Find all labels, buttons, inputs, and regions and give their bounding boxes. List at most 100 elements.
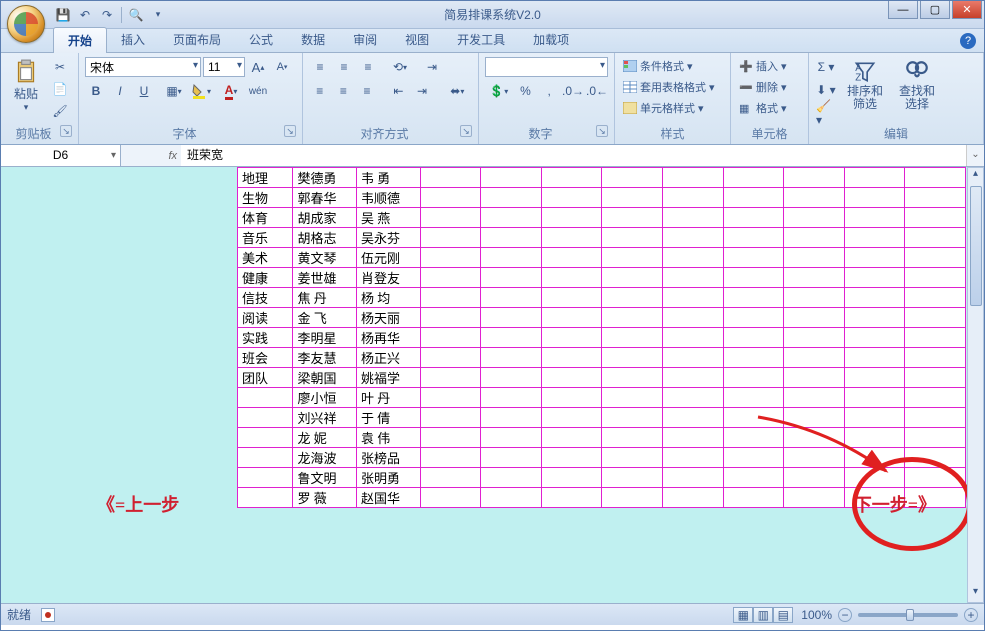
format-painter-icon[interactable]: 🖌 xyxy=(49,101,71,121)
cell[interactable] xyxy=(662,328,723,348)
cell[interactable] xyxy=(662,208,723,228)
cell[interactable] xyxy=(541,288,602,308)
view-layout-icon[interactable]: ▥ xyxy=(753,607,773,623)
cell[interactable] xyxy=(602,488,663,508)
cell[interactable] xyxy=(662,428,723,448)
cell[interactable] xyxy=(844,368,905,388)
cell[interactable]: 焦 丹 xyxy=(293,288,357,308)
cell[interactable] xyxy=(602,388,663,408)
comma-icon[interactable]: , xyxy=(538,81,560,101)
tab-home[interactable]: 开始 xyxy=(53,27,107,53)
cell[interactable] xyxy=(481,348,542,368)
merge-cells-icon[interactable]: ⬌▾ xyxy=(443,81,472,101)
cell[interactable] xyxy=(905,188,966,208)
next-step-link[interactable]: 下一步=》 xyxy=(854,491,936,517)
cell[interactable] xyxy=(662,488,723,508)
cell[interactable] xyxy=(238,388,293,408)
cell[interactable] xyxy=(420,248,481,268)
cell[interactable] xyxy=(784,268,845,288)
cell[interactable]: 胡成家 xyxy=(293,208,357,228)
cell[interactable] xyxy=(420,168,481,188)
border-icon[interactable]: ▦▾ xyxy=(163,81,185,101)
cell[interactable] xyxy=(844,348,905,368)
cell[interactable] xyxy=(481,228,542,248)
cell[interactable] xyxy=(420,388,481,408)
cell[interactable]: 李友慧 xyxy=(293,348,357,368)
cell[interactable] xyxy=(905,428,966,448)
prev-step-link[interactable]: 《=上一步 xyxy=(97,491,179,517)
cell[interactable] xyxy=(662,408,723,428)
close-button[interactable]: ✕ xyxy=(952,1,982,19)
maximize-button[interactable]: ▢ xyxy=(920,1,950,19)
cell[interactable] xyxy=(238,448,293,468)
grow-font-icon[interactable]: A▴ xyxy=(247,57,269,77)
cell[interactable] xyxy=(905,268,966,288)
cell[interactable] xyxy=(723,168,784,188)
cell[interactable] xyxy=(481,328,542,348)
cell[interactable]: 鲁文明 xyxy=(293,468,357,488)
cell[interactable] xyxy=(723,428,784,448)
cell[interactable]: 美术 xyxy=(238,248,293,268)
cell[interactable] xyxy=(541,308,602,328)
cell[interactable] xyxy=(420,268,481,288)
cell[interactable]: 廖小恒 xyxy=(293,388,357,408)
office-button[interactable] xyxy=(7,5,45,43)
tab-layout[interactable]: 页面布局 xyxy=(159,27,235,52)
zoom-level[interactable]: 100% xyxy=(801,608,832,622)
cell[interactable] xyxy=(784,348,845,368)
cell[interactable] xyxy=(420,308,481,328)
cell[interactable] xyxy=(420,428,481,448)
cell[interactable] xyxy=(905,348,966,368)
cell[interactable] xyxy=(420,228,481,248)
minimize-button[interactable]: — xyxy=(888,1,918,19)
cell[interactable]: 实践 xyxy=(238,328,293,348)
cell[interactable] xyxy=(844,288,905,308)
zoom-in-icon[interactable]: + xyxy=(964,608,978,622)
clipboard-dialog-icon[interactable]: ↘ xyxy=(60,125,72,137)
cell[interactable] xyxy=(420,328,481,348)
cell[interactable]: 张明勇 xyxy=(357,468,421,488)
italic-icon[interactable]: I xyxy=(109,81,131,101)
conditional-format-button[interactable]: 条件格式 ▾ xyxy=(621,57,724,75)
cell[interactable] xyxy=(420,188,481,208)
cell[interactable] xyxy=(481,488,542,508)
cell[interactable] xyxy=(481,388,542,408)
align-middle-icon[interactable]: ≡ xyxy=(333,57,355,77)
cell[interactable]: 龙 妮 xyxy=(293,428,357,448)
cell[interactable]: 郭春华 xyxy=(293,188,357,208)
cell[interactable]: 叶 丹 xyxy=(357,388,421,408)
cell[interactable] xyxy=(723,328,784,348)
cell[interactable]: 韦顺德 xyxy=(357,188,421,208)
zoom-out-icon[interactable]: − xyxy=(838,608,852,622)
cell[interactable] xyxy=(784,368,845,388)
fill-icon[interactable]: ⬇ ▾ xyxy=(815,80,837,100)
cell[interactable] xyxy=(662,288,723,308)
cell[interactable] xyxy=(662,468,723,488)
cell[interactable]: 吴永芬 xyxy=(357,228,421,248)
align-top-icon[interactable]: ≡ xyxy=(309,57,331,77)
cell[interactable]: 罗 薇 xyxy=(293,488,357,508)
cell[interactable] xyxy=(723,348,784,368)
cell[interactable] xyxy=(784,488,845,508)
cell[interactable] xyxy=(905,328,966,348)
cell[interactable] xyxy=(905,248,966,268)
cell[interactable] xyxy=(723,268,784,288)
sort-filter-button[interactable]: AZ 排序和 筛选 xyxy=(841,57,889,123)
cell[interactable]: 班会 xyxy=(238,348,293,368)
underline-icon[interactable]: U xyxy=(133,81,155,101)
cell[interactable]: 阅读 xyxy=(238,308,293,328)
cell[interactable] xyxy=(602,428,663,448)
cell[interactable] xyxy=(844,388,905,408)
cell[interactable] xyxy=(844,228,905,248)
cell[interactable] xyxy=(662,168,723,188)
percent-icon[interactable]: % xyxy=(515,81,537,101)
cell[interactable] xyxy=(238,468,293,488)
cell[interactable]: 杨 均 xyxy=(357,288,421,308)
cell[interactable] xyxy=(420,468,481,488)
print-preview-icon[interactable]: 🔍 xyxy=(128,7,144,23)
view-normal-icon[interactable]: ▦ xyxy=(733,607,753,623)
insert-cells-button[interactable]: ➕ 插入 ▾ xyxy=(737,57,802,75)
qat-dropdown-icon[interactable]: ▾ xyxy=(150,7,166,23)
cell[interactable] xyxy=(420,208,481,228)
cell[interactable] xyxy=(844,308,905,328)
